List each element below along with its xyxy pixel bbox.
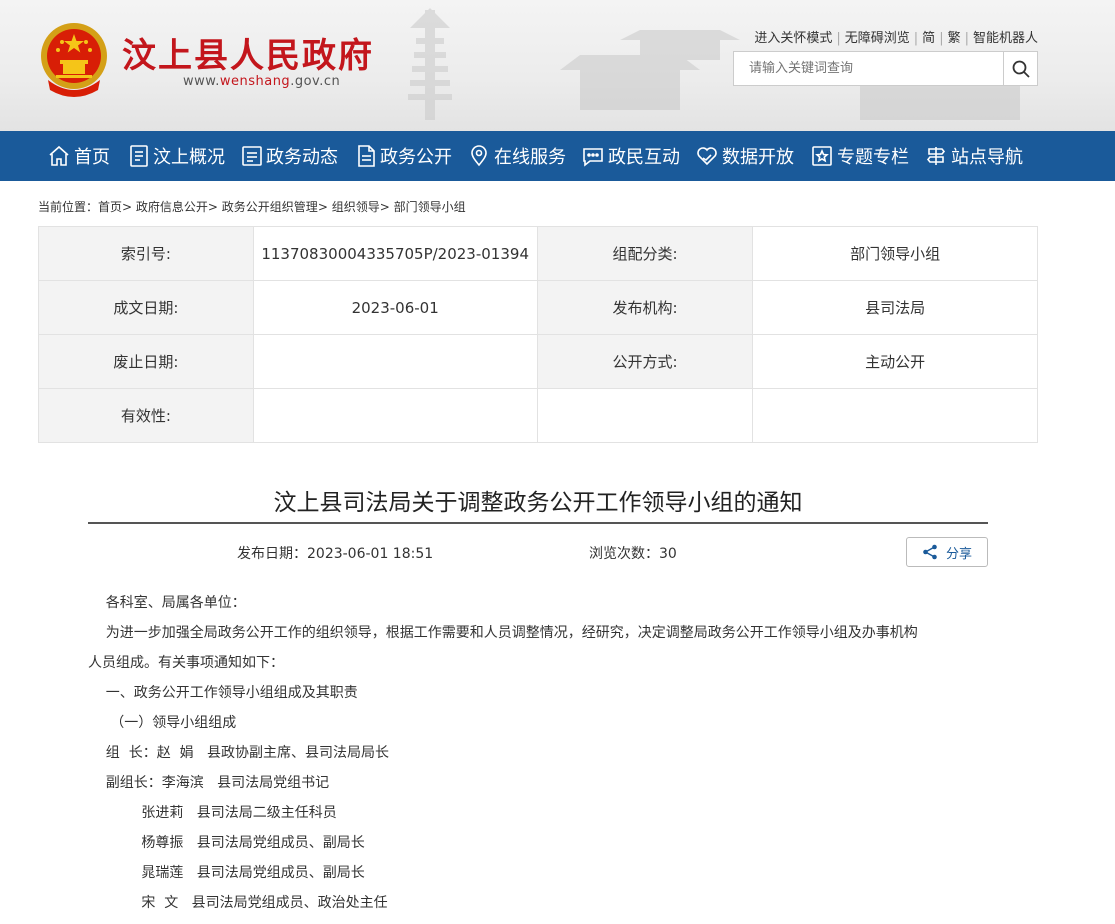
top-links: 进入关怀模式 | 无障碍浏览 | 简 | 繁 | 智能机器人	[754, 31, 1038, 46]
breadcrumb-link-org-management[interactable]: 政务公开组织管理	[222, 200, 318, 214]
traditional-chinese-link[interactable]: 繁	[948, 31, 961, 46]
nav-item-gov-affairs[interactable]: 政务公开	[355, 131, 452, 181]
care-mode-link[interactable]: 进入关怀模式	[754, 31, 832, 46]
nav-item-online-service[interactable]: 在线服务	[467, 131, 566, 181]
index-number-label: 索引号:	[38, 226, 254, 281]
main-nav: 首页 汶上概况 政务动态 政务公开 在线服务 政民互动 数据开放 专题专栏 站点…	[0, 131, 1115, 181]
written-date-value: 2023-06-01	[252, 280, 538, 335]
nav-item-interaction[interactable]: 政民互动	[581, 131, 680, 181]
simplified-chinese-link[interactable]: 简	[922, 31, 935, 46]
location-icon	[471, 145, 487, 167]
breadcrumb-link-dept-group[interactable]: 部门领导小组	[394, 200, 466, 214]
article-paragraph: 组 长：赵 娟 县政协副主席、县司法局局长	[88, 745, 389, 761]
table-row: 废止日期: 公开方式: 主动公开	[38, 334, 1038, 389]
breadcrumb-link-info-disclosure[interactable]: 政府信息公开	[136, 200, 208, 214]
empty-cell	[752, 388, 1038, 443]
document-info-table: 索引号: 11370830004335705P/2023-01394 组配分类:…	[38, 226, 1038, 443]
category-value: 部门领导小组	[752, 226, 1038, 281]
search-box	[733, 51, 1038, 86]
share-button[interactable]: 分享	[906, 537, 988, 567]
nav-item-news[interactable]: 政务动态	[241, 131, 338, 181]
publish-date: 发布日期：2023-06-01 18:51	[237, 546, 434, 562]
accessibility-link[interactable]: 无障碍浏览	[845, 31, 910, 46]
breadcrumb-link-leadership[interactable]: 组织领导	[332, 200, 380, 214]
empty-cell	[536, 388, 754, 443]
expiry-date-value	[252, 334, 538, 389]
site-header: 汶上县人民政府 www.wenshang.gov.cn 进入关怀模式 | 无障碍浏览…	[0, 0, 1115, 131]
table-row: 有效性:	[38, 388, 1038, 443]
breadcrumb: 当前位置：首页> 政府信息公开> 政务公开组织管理> 组织领导> 部门领导小组	[38, 200, 466, 214]
validity-value	[252, 388, 538, 443]
article-paragraph: 晁瑞莲 县司法局党组成员、副局长	[88, 865, 365, 881]
index-number-value: 11370830004335705P/2023-01394	[252, 226, 538, 281]
article-paragraph: 张进莉 县司法局二级主任科员	[88, 805, 337, 821]
article-paragraph: 一、政务公开工作领导小组组成及其职责	[88, 685, 358, 701]
chat-icon	[583, 148, 603, 167]
article-title: 汶上县司法局关于调整政务公开工作领导小组的通知	[273, 490, 803, 516]
article-paragraph: 为进一步加强全局政务公开工作的组织领导，根据工作需要和人员调整情况，经研究，决定…	[88, 625, 918, 641]
written-date-label: 成文日期:	[38, 280, 254, 335]
table-row: 索引号: 11370830004335705P/2023-01394 组配分类:…	[38, 226, 1038, 281]
article-paragraph: 人员组成。有关事项通知如下：	[88, 655, 284, 671]
nav-item-home[interactable]: 首页	[47, 131, 110, 181]
share-icon	[923, 544, 937, 560]
disclosure-method-value: 主动公开	[752, 334, 1038, 389]
search-button[interactable]	[1003, 52, 1037, 85]
nav-item-special-topics[interactable]: 专题专栏	[810, 131, 909, 181]
table-row: 成文日期: 2023-06-01 发布机构: 县司法局	[38, 280, 1038, 335]
site-url: www.wenshang.gov.cn	[183, 74, 341, 89]
article-paragraph: 宋 文 县司法局党组成员、政治处主任	[88, 895, 388, 911]
validity-label: 有效性:	[38, 388, 254, 443]
category-label: 组配分类:	[536, 226, 754, 281]
news-icon	[242, 146, 262, 166]
article-paragraph: 副组长：李海滨 县司法局党组书记	[88, 775, 330, 791]
signpost-icon	[926, 147, 946, 165]
national-emblem-logo	[41, 23, 107, 97]
article-paragraph: 各科室、局属各单位：	[88, 595, 246, 611]
home-icon	[49, 145, 69, 166]
nav-item-site-map[interactable]: 站点导航	[924, 131, 1023, 181]
article-paragraph: 杨尊振 县司法局党组成员、副局长	[88, 835, 365, 851]
breadcrumb-link-home[interactable]: 首页	[98, 200, 122, 214]
publisher-label: 发布机构:	[536, 280, 754, 335]
file-icon	[358, 145, 375, 167]
view-count: 浏览次数：30	[589, 546, 677, 562]
smart-robot-link[interactable]: 智能机器人	[973, 31, 1038, 46]
disclosure-method-label: 公开方式:	[536, 334, 754, 389]
nav-item-open-data[interactable]: 数据开放	[695, 131, 794, 181]
expiry-date-label: 废止日期:	[38, 334, 254, 389]
site-title: 汶上县人民政府	[122, 36, 374, 76]
document-list-icon	[130, 145, 148, 167]
search-icon	[1012, 60, 1030, 78]
star-box-icon	[812, 146, 832, 166]
title-divider	[88, 522, 988, 524]
nav-item-overview[interactable]: 汶上概况	[128, 131, 225, 181]
publisher-value: 县司法局	[752, 280, 1038, 335]
article-paragraph: （一）领导小组组成	[88, 715, 237, 731]
heart-hand-icon	[697, 147, 717, 166]
search-input[interactable]	[734, 52, 1004, 85]
